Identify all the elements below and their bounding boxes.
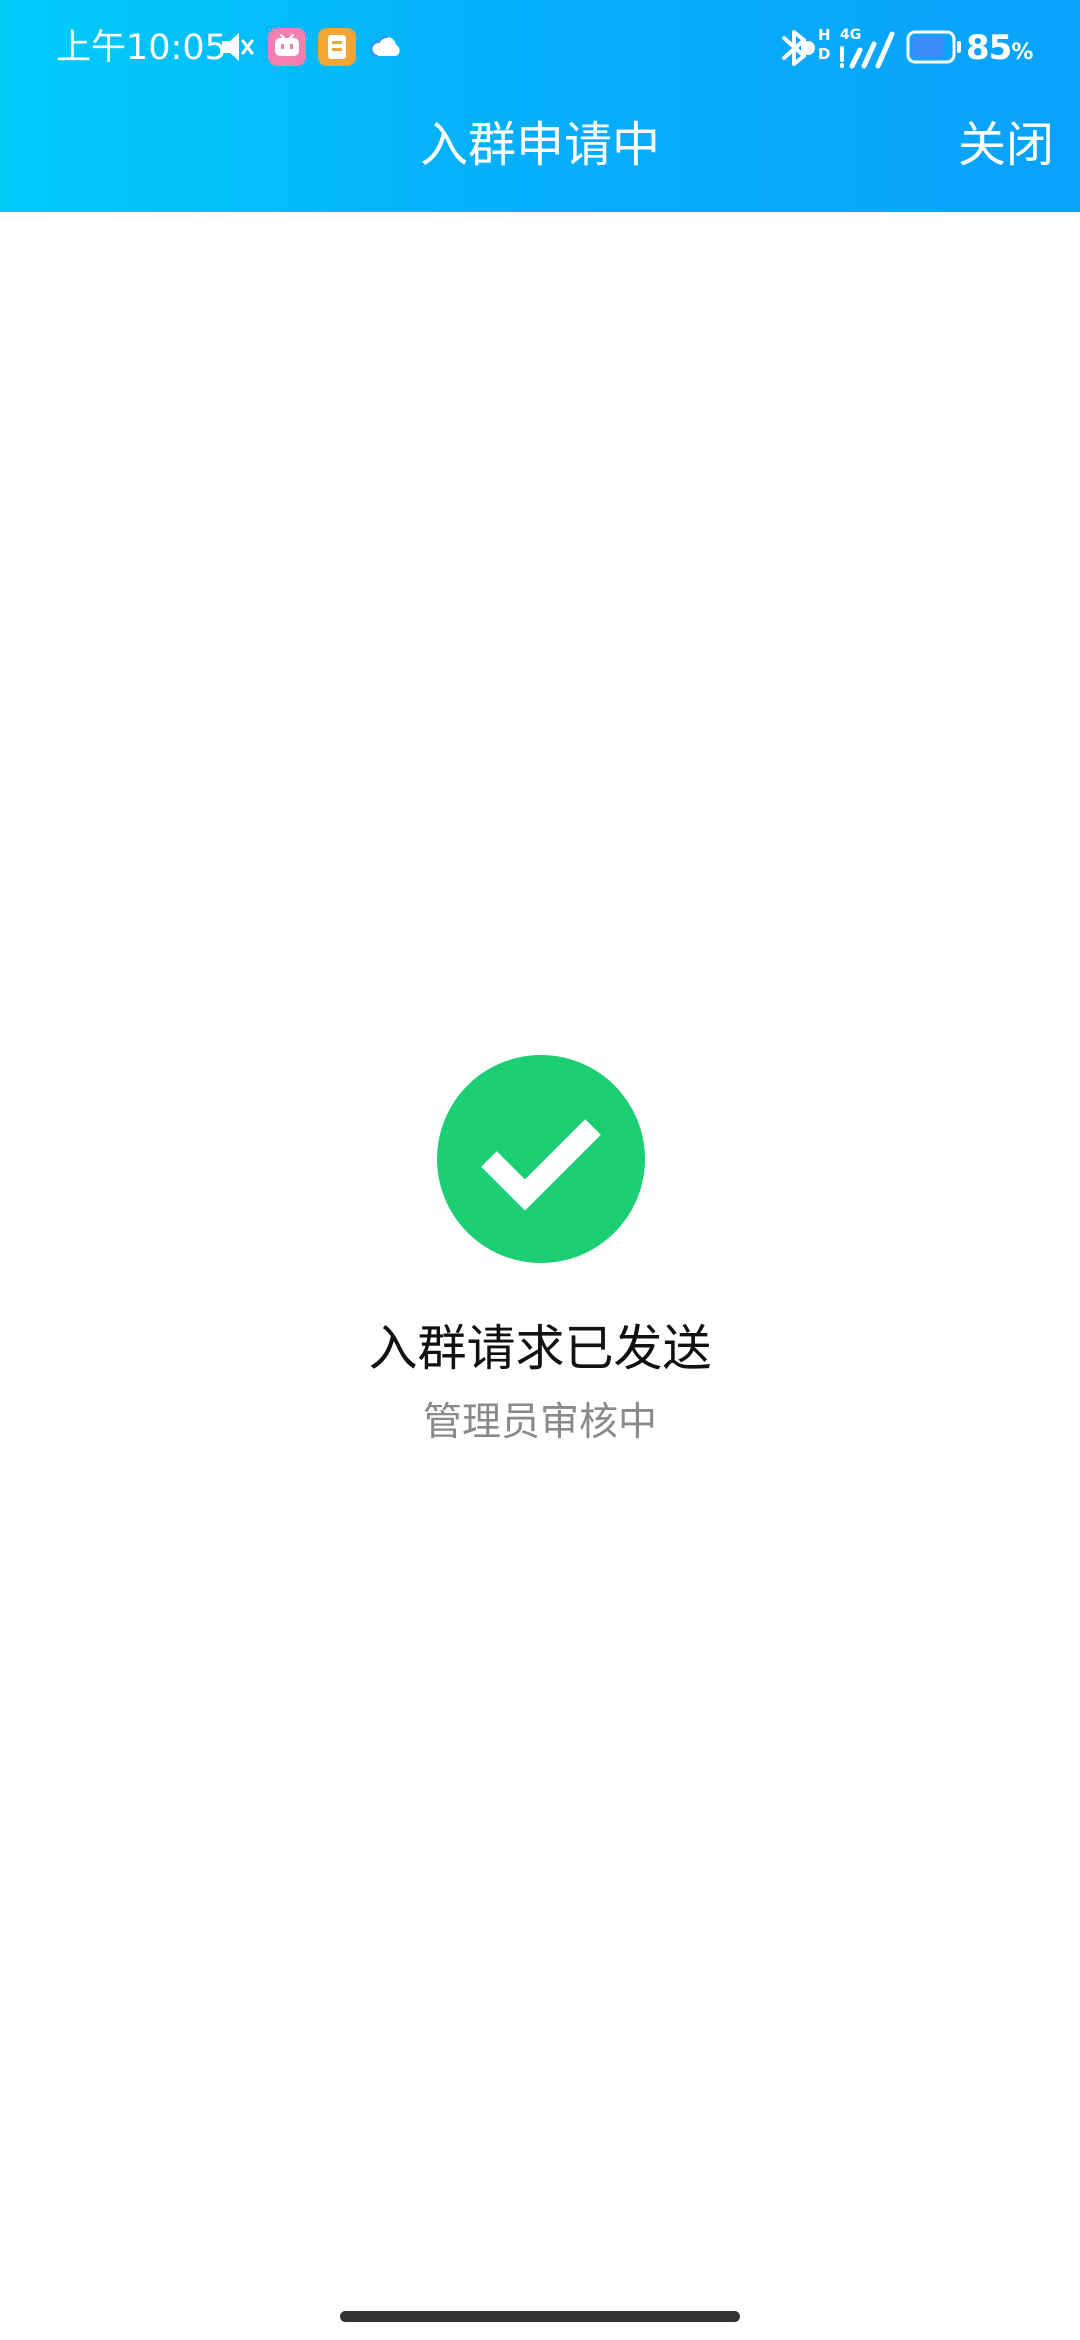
result-title: 入群请求已发送 [368, 1320, 712, 1377]
home-indicator[interactable] [340, 2311, 740, 2322]
signal-icon: 4G [840, 27, 895, 69]
result-subtitle: 管理员审核中 [422, 1400, 657, 1445]
status-time: 上午10:05 [56, 28, 227, 68]
app-notification-icon [318, 28, 356, 66]
battery-icon [906, 30, 961, 64]
check-circle-icon [437, 1055, 645, 1263]
cloud-icon [370, 35, 400, 57]
bluetooth-icon [782, 30, 815, 66]
main-content [0, 212, 1080, 2340]
network-type-label: 4G [840, 27, 861, 43]
app-notification-icon [268, 28, 306, 66]
status-bar: 上午10:05 H D 4G 85% [0, 0, 1080, 96]
page-title: 入群申请中 [419, 117, 660, 173]
top-header: 上午10:05 H D 4G 85% 入群申请中 关闭 [0, 0, 1080, 212]
battery-percent: 85% [966, 28, 1033, 68]
close-button[interactable]: 关闭 [958, 112, 1054, 178]
hd-indicator: H D [818, 26, 831, 63]
mute-icon [222, 33, 254, 61]
